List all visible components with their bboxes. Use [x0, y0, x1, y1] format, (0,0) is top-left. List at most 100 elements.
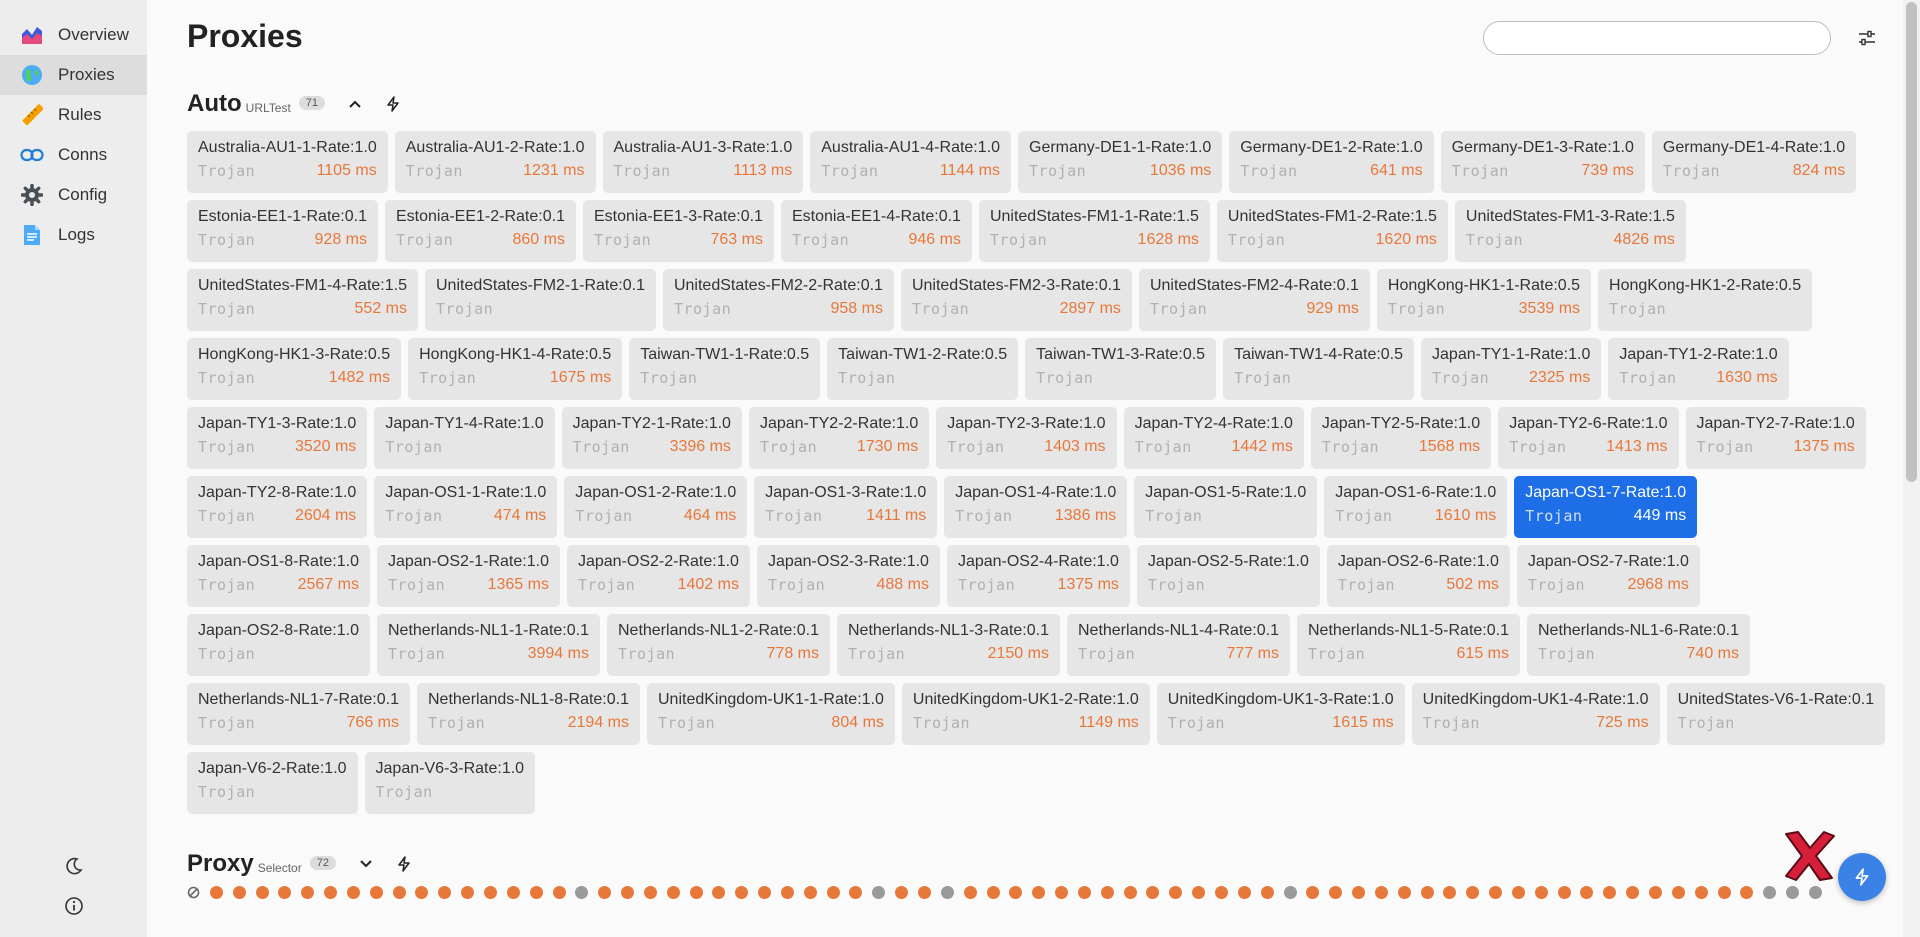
proxy-card[interactable]: Japan-OS1-5-Rate:1.0 Trojan [1134, 476, 1318, 538]
test-latency-button[interactable] [392, 852, 416, 876]
proxy-dot[interactable] [826, 886, 840, 899]
proxy-dot[interactable] [1808, 886, 1822, 899]
proxy-dot[interactable] [1100, 886, 1114, 899]
search-input[interactable] [1483, 21, 1831, 55]
proxy-dot[interactable] [1626, 886, 1640, 899]
proxy-card[interactable]: Australia-AU1-4-Rate:1.0 Trojan 1144 ms [810, 131, 1011, 193]
proxy-card[interactable]: UnitedKingdom-UK1-4-Rate:1.0 Trojan 725 ms [1411, 683, 1660, 745]
proxy-card[interactable]: Australia-AU1-2-Rate:1.0 Trojan 1231 ms [394, 131, 596, 193]
proxy-card[interactable]: HongKong-HK1-1-Rate:0.5 Trojan 3539 ms [1376, 269, 1592, 331]
proxy-card[interactable]: Japan-V6-3-Rate:1.0 Trojan [364, 752, 536, 814]
proxy-card[interactable]: Japan-TY2-6-Rate:1.0 Trojan 1413 ms [1498, 407, 1679, 469]
proxy-card[interactable]: HongKong-HK1-4-Rate:0.5 Trojan 1675 ms [408, 338, 623, 400]
sidebar-item-overview[interactable]: Overview [0, 15, 147, 55]
proxy-dot[interactable] [552, 886, 566, 899]
proxy-dot[interactable] [1077, 886, 1091, 899]
proxy-dot[interactable] [1329, 886, 1343, 899]
proxy-card[interactable]: Taiwan-TW1-3-Rate:0.5 Trojan [1025, 338, 1217, 400]
proxy-card[interactable]: Japan-TY2-3-Rate:1.0 Trojan 1403 ms [936, 407, 1117, 469]
proxy-dot[interactable] [1055, 886, 1069, 899]
proxy-dot[interactable] [1420, 886, 1434, 899]
proxy-dot[interactable] [735, 886, 749, 899]
proxy-card[interactable]: Netherlands-NL1-1-Rate:0.1 Trojan 3994 ms [376, 614, 600, 676]
proxy-dot[interactable] [1649, 886, 1662, 899]
proxy-card[interactable]: Japan-OS1-3-Rate:1.0 Trojan 1411 ms [754, 476, 938, 538]
proxy-card[interactable]: Germany-DE1-4-Rate:1.0 Trojan 824 ms [1651, 131, 1857, 193]
about-button[interactable] [60, 892, 88, 920]
proxy-dot[interactable] [1214, 886, 1228, 899]
proxy-card[interactable]: UnitedKingdom-UK1-3-Rate:1.0 Trojan 1615 m… [1156, 683, 1405, 745]
proxy-dot[interactable] [1146, 886, 1160, 899]
proxy-card[interactable]: Japan-OS1-7-Rate:1.0 Trojan 449 ms [1514, 476, 1698, 538]
proxy-dot[interactable] [1283, 886, 1297, 899]
proxy-card[interactable]: UnitedStates-V6-1-Rate:0.1 Trojan [1666, 683, 1886, 745]
proxy-dot[interactable] [1237, 886, 1251, 899]
proxy-card[interactable]: Japan-OS2-2-Rate:1.0 Trojan 1402 ms [566, 545, 750, 607]
proxy-card[interactable]: Australia-AU1-1-Rate:1.0 Trojan 1105 ms [187, 131, 388, 193]
proxy-dot[interactable] [232, 886, 246, 899]
proxy-dot[interactable] [1603, 886, 1617, 899]
proxy-card[interactable]: Japan-TY2-8-Rate:1.0 Trojan 2604 ms [187, 476, 368, 538]
proxy-dot[interactable] [689, 886, 703, 899]
collapse-button[interactable] [343, 92, 367, 116]
proxy-card[interactable]: Australia-AU1-3-Rate:1.0 Trojan 1113 ms [602, 131, 804, 193]
proxy-dot[interactable] [1192, 886, 1206, 899]
proxy-dot[interactable] [278, 886, 292, 899]
proxy-card[interactable]: Japan-OS1-2-Rate:1.0 Trojan 464 ms [564, 476, 748, 538]
proxy-card[interactable]: Taiwan-TW1-4-Rate:0.5 Trojan [1223, 338, 1415, 400]
proxy-dot[interactable] [1557, 886, 1571, 899]
proxy-dot[interactable] [940, 886, 954, 899]
proxy-card[interactable]: Germany-DE1-3-Rate:1.0 Trojan 739 ms [1440, 131, 1645, 193]
proxy-card[interactable]: UnitedStates-FM1-4-Rate:1.5 Trojan 552 ms [187, 269, 418, 331]
proxy-card[interactable]: Japan-TY2-2-Rate:1.0 Trojan 1730 ms [748, 407, 930, 469]
proxy-dot[interactable] [598, 886, 612, 899]
proxy-card[interactable]: UnitedKingdom-UK1-1-Rate:1.0 Trojan 804 ms [647, 683, 895, 745]
sidebar-item-conns[interactable]: Conns [0, 135, 147, 175]
proxy-card[interactable]: Japan-OS2-8-Rate:1.0 Trojan [187, 614, 370, 676]
scrollbar-thumb[interactable] [1906, 2, 1917, 482]
proxy-card[interactable]: Japan-OS2-1-Rate:1.0 Trojan 1365 ms [376, 545, 560, 607]
proxy-dot[interactable] [1466, 886, 1480, 899]
proxy-card[interactable]: Japan-TY2-1-Rate:1.0 Trojan 3396 ms [561, 407, 742, 469]
proxy-card[interactable]: Japan-TY1-2-Rate:1.0 Trojan 1630 ms [1608, 338, 1789, 400]
proxy-card[interactable]: Japan-TY2-7-Rate:1.0 Trojan 1375 ms [1685, 407, 1866, 469]
proxy-dot[interactable] [1123, 886, 1137, 899]
proxy-card[interactable]: Netherlands-NL1-7-Rate:0.1 Trojan 766 ms [187, 683, 410, 745]
proxy-card[interactable]: Japan-OS2-3-Rate:1.0 Trojan 488 ms [756, 545, 940, 607]
proxy-dot[interactable] [1534, 886, 1548, 899]
proxy-card[interactable]: Japan-TY1-4-Rate:1.0 Trojan [374, 407, 555, 469]
proxy-card[interactable]: Netherlands-NL1-4-Rate:0.1 Trojan 777 ms [1066, 614, 1290, 676]
proxy-card[interactable]: UnitedStates-FM2-3-Rate:0.1 Trojan 2897 ms [900, 269, 1132, 331]
proxy-dot[interactable] [346, 886, 360, 899]
proxy-dot[interactable] [1260, 886, 1274, 899]
proxy-dot[interactable] [392, 886, 406, 899]
proxy-card[interactable]: Netherlands-NL1-6-Rate:0.1 Trojan 740 ms [1526, 614, 1750, 676]
proxy-card[interactable]: Japan-OS1-4-Rate:1.0 Trojan 1386 ms [944, 476, 1128, 538]
proxy-card[interactable]: Netherlands-NL1-5-Rate:0.1 Trojan 615 ms [1296, 614, 1520, 676]
proxy-dot[interactable] [301, 886, 315, 899]
proxy-card[interactable]: Japan-V6-2-Rate:1.0 Trojan [187, 752, 358, 814]
proxy-dot[interactable] [1352, 886, 1366, 899]
proxy-card[interactable]: UnitedStates-FM2-1-Rate:0.1 Trojan [424, 269, 656, 331]
proxy-card[interactable]: Germany-DE1-2-Rate:1.0 Trojan 641 ms [1229, 131, 1434, 193]
proxy-dot[interactable] [1580, 886, 1594, 899]
proxy-dot[interactable] [461, 886, 475, 899]
proxy-dot[interactable] [438, 886, 452, 899]
proxy-dot[interactable] [369, 886, 383, 899]
proxy-card[interactable]: Japan-OS1-8-Rate:1.0 Trojan 2567 ms [187, 545, 370, 607]
proxy-card[interactable]: Germany-DE1-1-Rate:1.0 Trojan 1036 ms [1018, 131, 1223, 193]
proxy-dot[interactable] [986, 886, 1000, 899]
proxy-card[interactable]: Taiwan-TW1-1-Rate:0.5 Trojan [629, 338, 821, 400]
proxy-card[interactable]: UnitedStates-FM1-2-Rate:1.5 Trojan 1620 ms [1216, 200, 1448, 262]
proxy-dot[interactable] [918, 886, 931, 899]
proxy-card[interactable]: HongKong-HK1-2-Rate:0.5 Trojan [1598, 269, 1813, 331]
scrollbar[interactable] [1903, 0, 1920, 937]
proxy-dot-direct[interactable] [187, 886, 200, 899]
sidebar-item-proxies[interactable]: Proxies [0, 55, 147, 95]
proxy-dot[interactable] [643, 886, 657, 899]
proxy-card[interactable]: Estonia-EE1-4-Rate:0.1 Trojan 946 ms [780, 200, 972, 262]
proxy-dot[interactable] [1694, 886, 1708, 899]
proxy-dot[interactable] [1763, 886, 1777, 899]
proxy-card[interactable]: Japan-TY1-3-Rate:1.0 Trojan 3520 ms [187, 407, 368, 469]
proxy-dot[interactable] [1306, 886, 1320, 899]
